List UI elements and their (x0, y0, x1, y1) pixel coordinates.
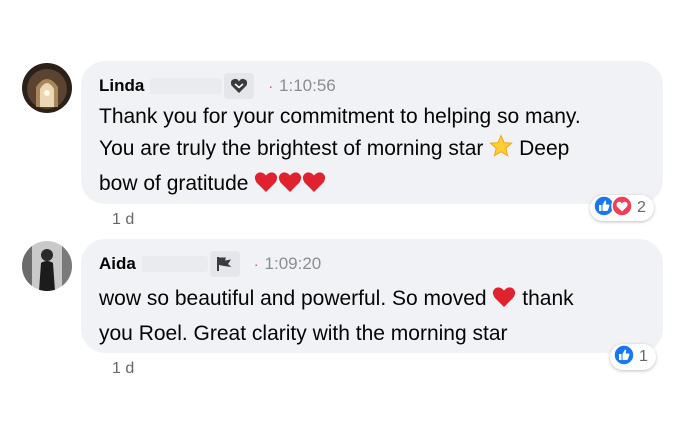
comment-age[interactable]: 1 d (112, 360, 134, 378)
time-separator-dot: · (268, 78, 274, 94)
comment-age[interactable]: 1 d (112, 211, 134, 229)
comment-line: wow so beautiful and powerful. So moved (99, 287, 487, 310)
author-name[interactable]: Aida (99, 254, 136, 274)
author-name[interactable]: Linda (99, 76, 144, 96)
reaction-count: 1 (639, 348, 648, 365)
comment-bubble: Linda · 1:10:56 Thank you for your commi… (81, 61, 663, 204)
red-heart-icon (278, 171, 302, 203)
red-heart-icon (492, 286, 516, 318)
comment-line: Thank you for your commitment to helping… (99, 105, 581, 128)
comment-line: Deep (519, 137, 570, 160)
comment-line: You are truly the brightest of morning s… (99, 137, 484, 160)
love-icon (611, 194, 633, 222)
name-mask (150, 78, 223, 94)
avatar[interactable] (22, 63, 72, 113)
flag-icon[interactable] (209, 251, 240, 277)
time-separator-dot: · (253, 256, 259, 272)
like-icon (613, 343, 635, 371)
heart-shield-icon[interactable] (224, 73, 255, 99)
red-heart-icon (302, 171, 326, 203)
comment-line: thank (522, 287, 574, 310)
comment-line: you Roel. Great clarity with the morning… (99, 322, 508, 345)
reaction-count: 2 (637, 199, 646, 216)
star-icon (489, 134, 514, 168)
timestamp-link[interactable]: 1:09:20 (265, 254, 322, 274)
red-heart-icon (254, 171, 278, 203)
avatar[interactable] (22, 241, 72, 291)
name-mask (141, 256, 208, 272)
comment-line: bow of gratitude (99, 172, 249, 195)
comment-bubble: Aida · 1:09:20 wow so beautiful and powe… (81, 239, 663, 353)
comment-text: wow so beautiful and powerful. So moved … (99, 283, 659, 350)
reaction-summary[interactable]: 1 (610, 343, 656, 371)
timestamp-link[interactable]: 1:10:56 (279, 76, 336, 96)
comment-text: Thank you for your commitment to helping… (99, 101, 659, 203)
reaction-summary[interactable]: 2 (590, 194, 654, 222)
